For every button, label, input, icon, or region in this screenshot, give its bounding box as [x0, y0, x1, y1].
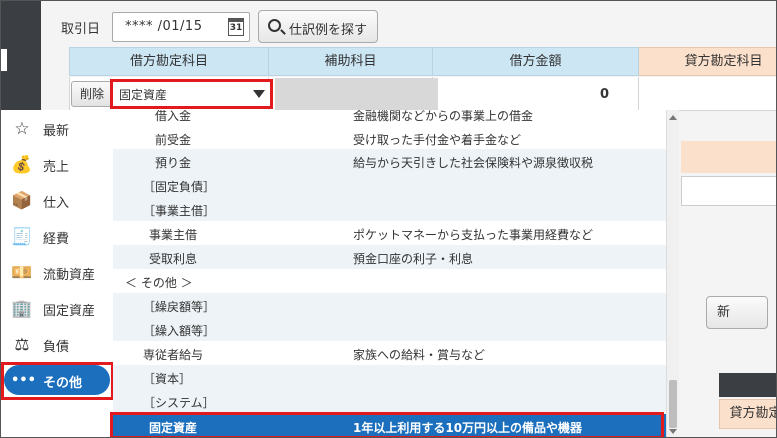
scroll-down-icon[interactable] — [669, 429, 677, 434]
list-item[interactable]: 受取利息 預金口座の利子・利息 — [113, 245, 666, 269]
category-label: 仕入 — [43, 196, 70, 211]
background-credit-row — [681, 141, 776, 173]
debit-account-value: 固定資産 — [119, 88, 168, 102]
date-value: **** /01/15 — [125, 19, 203, 34]
star-icon: ☆ — [14, 119, 30, 139]
category-label: 固定資産 — [43, 304, 96, 319]
nav-marker — [1, 49, 7, 71]
group-header: ［固定負債］ — [113, 173, 666, 197]
group-header: ［事業主借］ — [113, 197, 666, 221]
list-item[interactable]: 前受金 受け取った手付金や着手金など — [113, 126, 666, 150]
list-item[interactable]: 借入金 金融機関などからの事業上の借金 — [113, 110, 666, 126]
category-purchase[interactable]: 📦 仕入 — [1, 182, 114, 218]
scroll-up-icon[interactable] — [669, 115, 677, 120]
background-input — [681, 176, 776, 206]
background-header-bar — [719, 373, 776, 397]
debit-account-select[interactable]: 固定資産 — [111, 81, 271, 107]
category-liabilities[interactable]: ⚖ 負債 — [1, 326, 114, 362]
cash-icon: 💴 — [11, 263, 33, 283]
category-label: 流動資産 — [43, 268, 96, 283]
group-header: ［繰入額等］ — [113, 317, 666, 341]
list-item-selected[interactable]: 固定資産 1年以上利用する10万円以上の備品や機器 — [113, 414, 666, 437]
header-debit-amount: 借方金額 — [433, 47, 639, 76]
receipt-icon: 🧾 — [11, 227, 33, 247]
sub-account-disabled — [275, 78, 438, 110]
section-header: ＜ その他 ＞ — [125, 276, 193, 290]
category-label: 経費 — [43, 232, 70, 247]
category-current-assets[interactable]: 💴 流動資産 — [1, 254, 114, 290]
building-icon: 🏢 — [11, 299, 33, 319]
category-label: 負債 — [43, 340, 70, 355]
list-item[interactable]: 預り金 給与から天引きした社会保険料や源泉徴収税 — [113, 149, 666, 173]
category-other[interactable]: ••• その他 — [1, 362, 114, 398]
money-bag-icon: 💰 — [11, 155, 33, 175]
category-label: 最新 — [43, 124, 70, 139]
debit-amount-value[interactable]: 0 — [571, 87, 609, 102]
date-input[interactable]: **** /01/15 31 — [112, 12, 250, 42]
box-icon: 📦 — [11, 191, 33, 211]
group-header: ［資本］ — [113, 365, 666, 389]
chevron-down-icon[interactable] — [253, 90, 265, 98]
category-label: 売上 — [43, 160, 70, 175]
list-item[interactable]: 専従者給与 家族への給料・賞与など — [113, 341, 666, 365]
search-button-label: 仕訳例を探す — [289, 23, 368, 38]
category-expenses[interactable]: 🧾 経費 — [1, 218, 114, 254]
calendar-icon[interactable]: 31 — [228, 18, 244, 36]
table-header: 借方勘定科目 補助科目 借方金額 貸方勘定科目 — [69, 47, 776, 76]
account-list: 借入金 金融機関などからの事業上の借金 前受金 受け取った手付金や着手金など 預り金… — [113, 110, 666, 437]
date-label: 取引日 — [61, 22, 101, 37]
list-scrollbar[interactable] — [666, 110, 679, 437]
app-window: 取引日 **** /01/15 31 仕訳例を探す 借方勘定科目 補助科目 借方… — [0, 0, 777, 438]
category-latest[interactable]: ☆ 最新 — [1, 110, 114, 146]
background-button: 新 — [706, 296, 768, 329]
delete-button[interactable]: 削除 — [71, 81, 113, 107]
credit-account-cell — [639, 77, 776, 111]
category-label: その他 — [43, 376, 83, 391]
scale-icon: ⚖ — [14, 335, 30, 355]
search-journal-example-button[interactable]: 仕訳例を探す — [258, 10, 378, 43]
group-header: ［システム］ — [113, 389, 666, 413]
header-credit-account: 貸方勘定科目 — [639, 47, 776, 76]
category-menu: ☆ 最新 💰 売上 📦 仕入 🧾 経費 💴 流動資産 🏢 固定資産 ⚖ 負債 ••• その他 — [1, 110, 114, 437]
search-icon — [268, 19, 281, 32]
header-sub-account: 補助科目 — [269, 47, 433, 76]
list-item[interactable]: 事業主借 ポケットマネーから支払った事業用経費など — [113, 221, 666, 245]
header-debit-account: 借方勘定科目 — [69, 47, 269, 76]
scroll-thumb[interactable] — [669, 380, 677, 428]
header-credit-account-2: 貸方勘定科目 — [719, 399, 776, 429]
category-sales[interactable]: 💰 売上 — [1, 146, 114, 182]
more-icon: ••• — [11, 373, 36, 388]
category-fixed-assets[interactable]: 🏢 固定資産 — [1, 290, 114, 326]
group-header: ［繰戻額等］ — [113, 293, 666, 317]
